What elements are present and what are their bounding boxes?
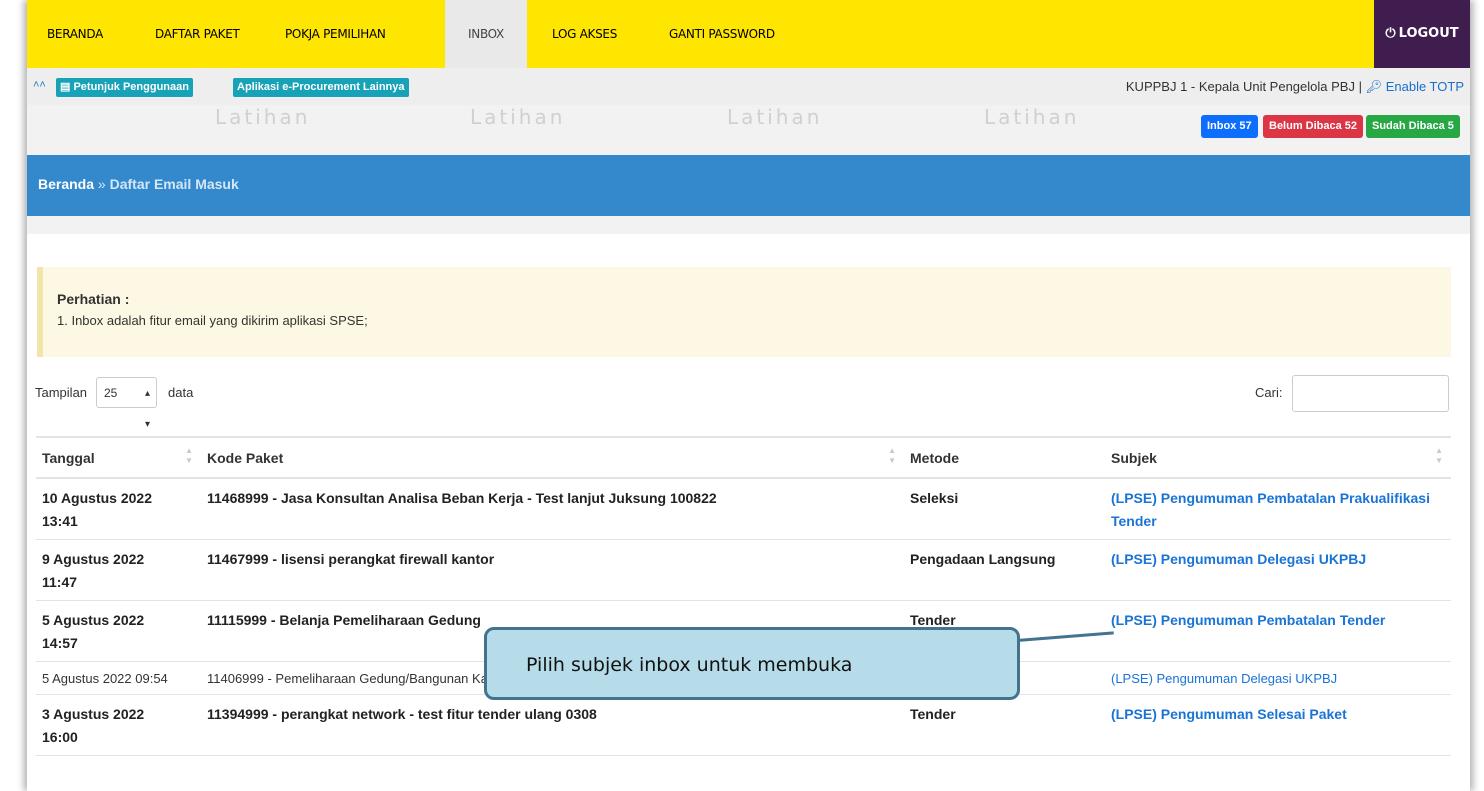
breadcrumb-home[interactable]: Beranda	[38, 176, 94, 192]
breadcrumb-separator: »	[97, 176, 106, 192]
page-size-value: 25	[104, 386, 118, 400]
cell-tanggal: 9 Agustus 2022 11:47	[36, 539, 201, 601]
watermark-text: Latihan	[215, 105, 311, 129]
time-text: 14:57	[42, 635, 78, 651]
logout-label: LOGOUT	[1398, 26, 1459, 41]
unread-count-badge[interactable]: Belum Dibaca 52	[1263, 115, 1364, 138]
breadcrumb-bar: Beranda » Daftar Email Masuk	[27, 155, 1470, 216]
logout-button[interactable]: ⏻ LOGOUT	[1374, 0, 1470, 68]
book-icon: ▤	[60, 81, 71, 93]
table-row: 10 Agustus 2022 13:41 11468999 - Jasa Kon…	[36, 478, 1451, 540]
sort-icon: ▲ ▼	[185, 446, 193, 465]
cell-tanggal: 5 Agustus 2022 09:54	[36, 661, 201, 695]
search-label: Cari:	[1255, 385, 1283, 400]
cell-metode: Pengadaan Langsung	[904, 539, 1105, 601]
watermark-text: Latihan	[727, 105, 823, 129]
subject-link[interactable]: (LPSE) Pengumuman Delegasi UKPBJ	[1105, 661, 1451, 695]
user-info: KUPPBJ 1 - Kepala Unit Pengelola PBJ | 🔑…	[1126, 79, 1464, 95]
table-row: 3 Agustus 2022 16:00 11394999 - perangkat…	[36, 694, 1451, 756]
inbox-table: Tanggal ▲ ▼ Kode Paket ▲ ▼ Metode Subjek ▲ ▼ 1…	[36, 436, 1451, 756]
subject-link[interactable]: (LPSE) Pengumuman Selesai Paket	[1105, 694, 1451, 756]
guide-button[interactable]: ▤ Petunjuk Penggunaan	[56, 78, 193, 97]
column-header-metode[interactable]: Metode	[904, 436, 1105, 479]
date-text: 3 Agustus 2022	[42, 706, 145, 722]
cell-kode-paket: 11468999 - Jasa Konsultan Analisa Beban …	[201, 478, 904, 540]
guide-label: Petunjuk Penggunaan	[73, 81, 189, 93]
date-text: 9 Agustus 2022	[42, 551, 145, 567]
inbox-count-badge[interactable]: Inbox 57	[1201, 115, 1258, 138]
column-header-label: Tanggal	[42, 449, 95, 466]
breadcrumb-current: Daftar Email Masuk	[109, 176, 239, 192]
power-icon: ⏻	[1385, 26, 1396, 41]
cell-metode: Tender	[904, 694, 1105, 756]
notice-title: Perhatian :	[57, 291, 130, 307]
date-text: 5 Agustus 2022	[42, 612, 145, 628]
content-panel: Perhatian : 1. Inbox adalah fitur email …	[27, 234, 1470, 791]
user-role-text: KUPPBJ 1 - Kepala Unit Pengelola PBJ |	[1125, 79, 1366, 94]
nav-daftar-paket[interactable]: DAFTAR PAKET	[149, 0, 246, 68]
cell-metode: Seleksi	[904, 478, 1105, 540]
nav-beranda[interactable]: BERANDA	[41, 0, 109, 68]
cell-tanggal: 5 Agustus 2022 14:57	[36, 600, 201, 662]
page-size-suffix: data	[168, 385, 194, 400]
column-header-label: Subjek	[1111, 449, 1157, 466]
column-header-label: Metode	[910, 449, 959, 466]
key-icon: 🔑︎	[1365, 79, 1383, 94]
nav-log-akses[interactable]: LOG AKSES	[546, 0, 623, 68]
apps-button[interactable]: Aplikasi e-Procurement Lainnya	[233, 78, 409, 97]
annotation-callout: Pilih subjek inbox untuk membuka	[484, 627, 1020, 700]
nav-inbox[interactable]: INBOX	[445, 0, 527, 68]
column-header-subjek[interactable]: Subjek ▲ ▼	[1105, 436, 1451, 479]
notice-box: Perhatian : 1. Inbox adalah fitur email …	[37, 267, 1451, 357]
table-row: 9 Agustus 2022 11:47 11467999 - lisensi p…	[36, 539, 1451, 601]
double-chevron-up-icon[interactable]: ˄˄	[33, 79, 46, 91]
breadcrumb: Beranda » Daftar Email Masuk	[38, 176, 239, 192]
read-count-badge[interactable]: Sudah Dibaca 5	[1366, 115, 1460, 138]
cell-kode-paket: 11394999 - perangkat network - test fitu…	[201, 694, 904, 756]
time-text: 11:47	[42, 574, 78, 590]
cell-kode-paket: 11467999 - lisensi perangkat firewall ka…	[201, 539, 904, 601]
column-header-tanggal[interactable]: Tanggal ▲ ▼	[36, 436, 201, 479]
watermark-area: Latihan Latihan Latihan Latihan Inbox 57…	[27, 105, 1470, 155]
subject-link[interactable]: (LPSE) Pengumuman Delegasi UKPBJ	[1105, 539, 1451, 601]
nav-ganti-password[interactable]: GANTI PASSWORD	[663, 0, 781, 68]
watermark-text: Latihan	[470, 105, 566, 129]
subject-link[interactable]: (LPSE) Pengumuman Pembatalan Tender	[1105, 600, 1451, 662]
date-text: 10 Agustus 2022	[42, 490, 152, 506]
page-size-label: Tampilan	[35, 385, 88, 400]
top-navbar: BERANDA DAFTAR PAKET POKJA PEMILIHAN INB…	[27, 0, 1470, 68]
secondary-bar: ˄˄ ▤ Petunjuk Penggunaan Aplikasi e-Proc…	[27, 68, 1470, 105]
watermark-text: Latihan	[984, 105, 1080, 129]
nav-pokja-pemilihan[interactable]: POKJA PEMILIHAN	[279, 0, 392, 68]
time-text: 13:41	[42, 513, 78, 529]
search-input[interactable]	[1292, 375, 1449, 412]
time-text: 16:00	[42, 729, 78, 745]
page-size-select[interactable]: 25 ▴ ▾	[96, 377, 157, 430]
sort-icon: ▲ ▼	[888, 446, 896, 465]
callout-text: Pilih subjek inbox untuk membuka	[526, 654, 853, 676]
enable-totp-link[interactable]: 🔑︎ Enable TOTP	[1366, 79, 1464, 94]
enable-totp-label: Enable TOTP	[1385, 79, 1464, 94]
cell-tanggal: 3 Agustus 2022 16:00	[36, 694, 201, 756]
notice-message: 1. Inbox adalah fitur email yang dikirim…	[57, 313, 368, 328]
column-header-kode-paket[interactable]: Kode Paket ▲ ▼	[201, 436, 904, 479]
select-arrows-icon: ▴ ▾	[144, 388, 150, 430]
cell-tanggal: 10 Agustus 2022 13:41	[36, 478, 201, 540]
column-header-label: Kode Paket	[207, 449, 284, 466]
sort-icon: ▲ ▼	[1435, 446, 1443, 465]
subject-link[interactable]: (LPSE) Pengumuman Pembatalan Prakualifik…	[1105, 478, 1451, 540]
